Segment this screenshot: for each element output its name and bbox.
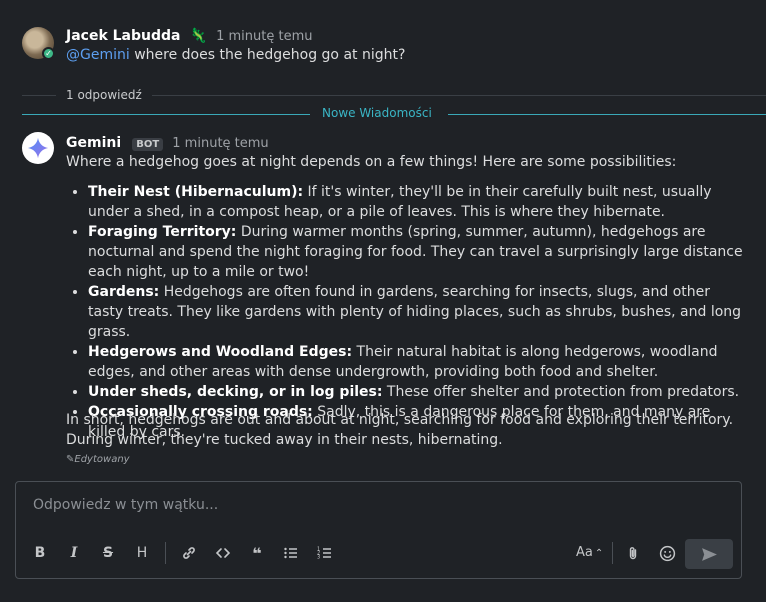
list-item-text: Hedgehogs are often found in gardens, se… xyxy=(88,284,742,340)
send-icon xyxy=(701,547,717,561)
divider-right xyxy=(152,95,766,96)
user-message-header: Jacek Labudda 🦎 1 minutę temu xyxy=(66,25,313,44)
bot-answer-list: Their Nest (Hibernaculum): If it's winte… xyxy=(66,182,746,442)
code-icon[interactable] xyxy=(212,542,234,564)
list-item: Gardens: Hedgehogs are often found in ga… xyxy=(88,282,746,342)
strikethrough-icon[interactable]: S xyxy=(97,542,119,564)
svg-text:3: 3 xyxy=(317,555,320,561)
bold-icon[interactable]: B xyxy=(29,542,51,564)
reply-composer[interactable] xyxy=(15,481,742,579)
numbered-list-icon[interactable]: 123 xyxy=(314,542,336,564)
bot-badge: BOT xyxy=(132,138,164,151)
new-messages-label: Nowe Wiadomości xyxy=(322,106,432,120)
bot-intro: Where a hedgehog goes at night depends o… xyxy=(66,154,677,170)
new-messages-line-left xyxy=(22,114,310,115)
formatting-toolbar: B I S H ❝ 123 xyxy=(29,542,336,564)
list-item-title: Foraging Territory: xyxy=(88,224,237,240)
heading-icon[interactable]: H xyxy=(131,542,153,564)
list-item: Under sheds, decking, or in log piles: T… xyxy=(88,382,746,402)
list-item-title: Their Nest (Hibernaculum): xyxy=(88,184,304,200)
list-item-text: These offer shelter and protection from … xyxy=(382,384,740,400)
message-body: where does the hedgehog go at night? xyxy=(129,47,406,63)
toolbar-divider xyxy=(165,542,166,564)
bullet-list-icon[interactable] xyxy=(280,542,302,564)
send-button[interactable] xyxy=(685,539,733,569)
italic-icon[interactable]: I xyxy=(63,542,85,564)
bot-message-header: Gemini BOT 1 minutę temu xyxy=(66,132,269,151)
author-name[interactable]: Jacek Labudda xyxy=(66,28,180,44)
new-messages-line-right xyxy=(448,114,766,115)
paperclip-icon[interactable] xyxy=(622,542,644,564)
list-item: Their Nest (Hibernaculum): If it's winte… xyxy=(88,182,746,222)
emoji-icon[interactable] xyxy=(656,542,678,564)
user-message-text: @Gemini where does the hedgehog go at ni… xyxy=(66,47,405,63)
online-status-icon: ✓ xyxy=(42,47,55,60)
bot-outro: In short, hedgehogs are out and about at… xyxy=(66,412,734,448)
gemini-avatar[interactable] xyxy=(22,132,54,164)
bot-message-timestamp[interactable]: 1 minutę temu xyxy=(172,136,268,151)
list-item-title: Hedgerows and Woodland Edges: xyxy=(88,344,353,360)
list-item: Foraging Territory: During warmer months… xyxy=(88,222,746,282)
list-item: Hedgerows and Woodland Edges: Their natu… xyxy=(88,342,746,382)
reply-input[interactable]: Odpowiedz w tym wątku... xyxy=(33,497,218,513)
list-item-title: Under sheds, decking, or in log piles: xyxy=(88,384,383,400)
lizard-emoji-icon: 🦎 xyxy=(189,28,208,44)
format-toggle-button[interactable]: Aa ⌃ xyxy=(576,545,603,560)
gemini-star-icon xyxy=(27,137,49,159)
chevron-up-icon: ⌃ xyxy=(594,548,604,559)
quote-icon[interactable]: ❝ xyxy=(246,542,268,564)
format-label: Aa xyxy=(576,545,593,560)
toolbar-divider-right xyxy=(612,542,613,564)
divider-left xyxy=(22,95,56,96)
edited-label: Edytowany xyxy=(74,454,130,465)
message-timestamp[interactable]: 1 minutę temu xyxy=(216,29,312,44)
list-item-title: Gardens: xyxy=(88,284,160,300)
edited-indicator: ✎Edytowany xyxy=(66,454,130,465)
reply-count: 1 odpowiedź xyxy=(66,88,142,102)
bot-author-name[interactable]: Gemini xyxy=(66,135,121,151)
mention-link[interactable]: @Gemini xyxy=(66,47,130,63)
link-icon[interactable] xyxy=(178,542,200,564)
